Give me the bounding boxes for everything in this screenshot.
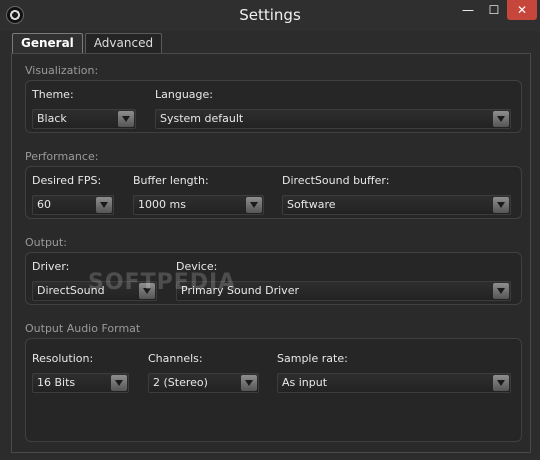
chevron-down-icon[interactable] — [241, 375, 257, 391]
language-select[interactable]: System default — [155, 109, 511, 129]
channels-value: 2 (Stereo) — [153, 376, 208, 389]
audio-format-section-label: Output Audio Format — [25, 322, 141, 335]
performance-section-label: Performance: — [25, 150, 99, 163]
sample-rate-label: Sample rate: — [277, 352, 348, 365]
chevron-down-icon[interactable] — [111, 375, 127, 391]
resolution-label: Resolution: — [32, 352, 94, 365]
desired-fps-select[interactable]: 60 — [32, 195, 114, 215]
channels-select[interactable]: 2 (Stereo) — [148, 373, 259, 393]
visualization-section-label: Visualization: — [25, 64, 99, 77]
directsound-buffer-label: DirectSound buffer: — [282, 174, 390, 187]
desired-fps-value: 60 — [37, 198, 51, 211]
minimize-button[interactable]: — — [455, 0, 481, 20]
language-label: Language: — [155, 88, 213, 101]
chevron-down-icon[interactable] — [118, 111, 134, 127]
visualization-group: Theme: Black Language: System default — [25, 80, 522, 133]
performance-group: Desired FPS: 60 Buffer length: 1000 ms D… — [25, 166, 522, 219]
settings-window: Settings — ☐ ✕ General Advanced Visualiz… — [0, 0, 540, 460]
directsound-buffer-select[interactable]: Software — [282, 195, 511, 215]
chevron-down-icon[interactable] — [493, 197, 509, 213]
chevron-down-icon[interactable] — [493, 283, 509, 299]
buffer-length-select[interactable]: 1000 ms — [133, 195, 264, 215]
theme-value: Black — [37, 112, 67, 125]
tab-general[interactable]: General — [12, 33, 83, 54]
chevron-down-icon[interactable] — [493, 111, 509, 127]
close-button[interactable]: ✕ — [507, 0, 537, 20]
tab-advanced[interactable]: Advanced — [84, 33, 163, 53]
language-value: System default — [160, 112, 244, 125]
theme-label: Theme: — [32, 88, 74, 101]
channels-label: Channels: — [148, 352, 203, 365]
resolution-select[interactable]: 16 Bits — [32, 373, 129, 393]
general-tab-panel: Visualization: Theme: Black Language: Sy… — [11, 53, 531, 453]
watermark: SOFTPEDIA — [88, 270, 237, 295]
driver-label: Driver: — [32, 260, 70, 273]
chevron-down-icon[interactable] — [246, 197, 262, 213]
desired-fps-label: Desired FPS: — [32, 174, 102, 187]
sample-rate-select[interactable]: As input — [277, 373, 511, 393]
sample-rate-value: As input — [282, 376, 328, 389]
resolution-value: 16 Bits — [37, 376, 76, 389]
title-bar[interactable]: Settings — ☐ ✕ — [0, 0, 540, 31]
buffer-length-value: 1000 ms — [138, 198, 186, 211]
chevron-down-icon[interactable] — [493, 375, 509, 391]
tab-bar: General Advanced — [12, 33, 164, 54]
directsound-buffer-value: Software — [287, 198, 336, 211]
chevron-down-icon[interactable] — [96, 197, 112, 213]
buffer-length-label: Buffer length: — [133, 174, 209, 187]
maximize-button[interactable]: ☐ — [481, 0, 507, 20]
audio-format-group: Resolution: 16 Bits Channels: 2 (Stereo)… — [25, 338, 522, 442]
theme-select[interactable]: Black — [32, 109, 136, 129]
output-section-label: Output: — [25, 236, 67, 249]
